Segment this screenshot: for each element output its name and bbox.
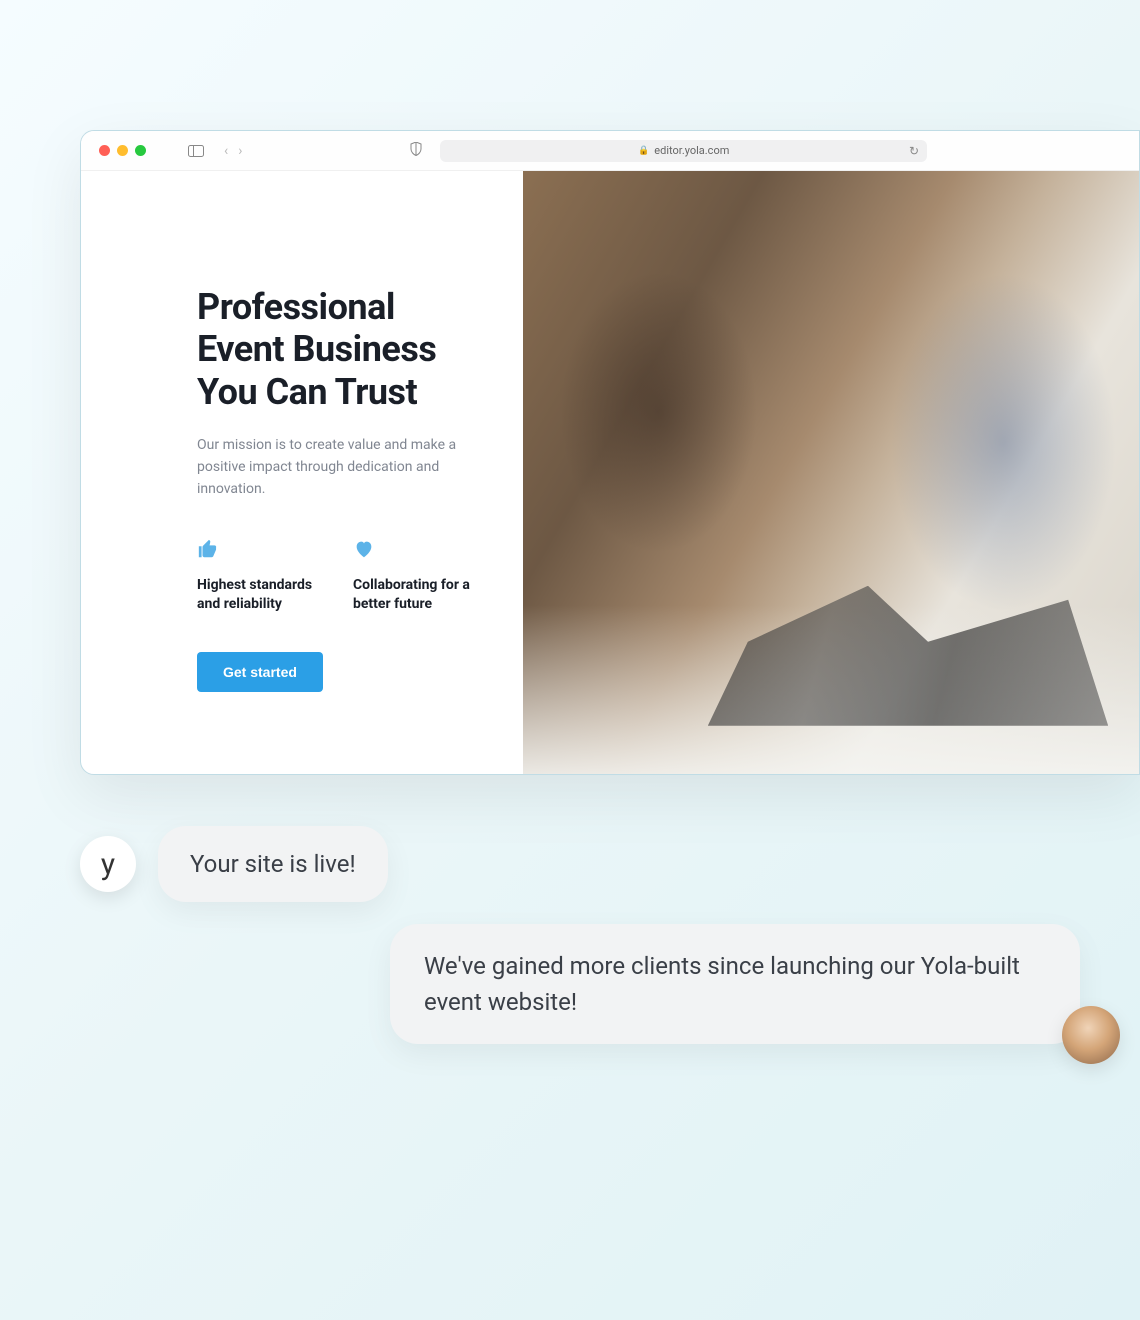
browser-chrome: ‹ › 🔒 editor.yola.com ↻ [81,131,1139,171]
lock-icon: 🔒 [638,146,649,156]
thumbs-up-icon [197,538,327,564]
nav-arrows: ‹ › [224,143,242,159]
url-bar[interactable]: 🔒 editor.yola.com ↻ [440,140,927,162]
back-icon[interactable]: ‹ [224,143,228,159]
minimize-window-icon[interactable] [117,145,128,156]
privacy-shield-icon[interactable] [410,141,422,160]
hero-subtitle: Our mission is to create value and make … [197,435,467,500]
browser-window: ‹ › 🔒 editor.yola.com ↻ Professional Eve… [80,130,1140,775]
refresh-icon[interactable]: ↻ [909,144,919,158]
feature-item: Collaborating for a better future [353,538,483,614]
sidebar-toggle-icon[interactable] [188,145,204,157]
chat-row-assistant: y Your site is live! [80,826,1080,902]
url-text: editor.yola.com [654,144,729,157]
hero-title-line: Professional [197,286,395,328]
chat-bubble: We've gained more clients since launchin… [390,924,1080,1044]
assistant-avatar-glyph: y [101,847,115,882]
hero-right [523,171,1139,774]
hero-image [523,171,1139,774]
user-avatar [1062,1006,1120,1064]
chat-area: y Your site is live! We've gained more c… [80,826,1080,1066]
maximize-window-icon[interactable] [135,145,146,156]
assistant-avatar: y [80,836,136,892]
hero-title: Professional Event Business You Can Trus… [197,286,483,413]
hero-left: Professional Event Business You Can Trus… [81,171,523,774]
features-row: Highest standards and reliability Collab… [197,538,483,614]
get-started-button[interactable]: Get started [197,652,323,692]
feature-title: Highest standards and reliability [197,576,327,614]
close-window-icon[interactable] [99,145,110,156]
heart-icon [353,538,483,564]
hero-title-line: You Can Trust [197,371,417,413]
feature-item: Highest standards and reliability [197,538,327,614]
window-controls [99,145,146,156]
hero-title-line: Event Business [197,328,436,370]
chat-row-user: We've gained more clients since launchin… [80,924,1080,1044]
feature-title: Collaborating for a better future [353,576,483,614]
chat-bubble: Your site is live! [158,826,388,902]
site-content: Professional Event Business You Can Trus… [81,171,1139,774]
forward-icon[interactable]: › [238,143,242,159]
